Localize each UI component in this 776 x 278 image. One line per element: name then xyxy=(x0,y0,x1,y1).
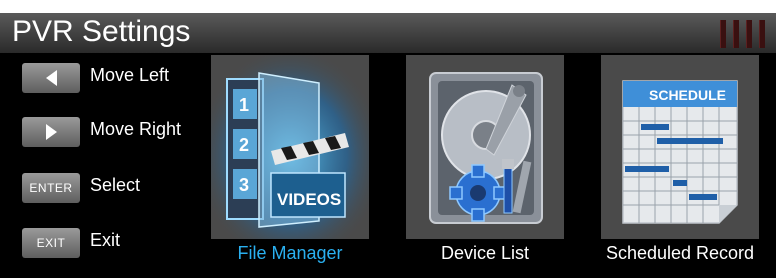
left-key-button[interactable] xyxy=(22,63,80,93)
exit-key-button[interactable]: EXIT xyxy=(22,228,80,258)
tile-label-scheduled-record[interactable]: Scheduled Record xyxy=(601,243,759,264)
hint-label: Exit xyxy=(90,230,121,250)
page-title: PVR Settings xyxy=(12,15,191,48)
tile-label-device-list[interactable]: Device List xyxy=(406,243,564,264)
arrow-left-icon xyxy=(45,70,57,86)
videos-film-icon: 1 2 3 VIDEOS xyxy=(211,55,369,239)
videos-text: VIDEOS xyxy=(277,190,341,209)
schedule-calendar-icon: SCHEDULE xyxy=(622,80,738,224)
tile-device-list[interactable] xyxy=(406,55,564,239)
signal-indicator-icon xyxy=(720,20,768,48)
hard-drive-tools-icon xyxy=(429,72,543,224)
film-number: 1 xyxy=(239,95,249,115)
schedule-text: SCHEDULE xyxy=(649,87,726,103)
tile-label-file-manager[interactable]: File Manager xyxy=(211,243,369,264)
arrow-right-icon xyxy=(45,124,57,140)
tile-file-manager[interactable]: 1 2 3 VIDEOS xyxy=(211,55,369,239)
enter-key-button[interactable]: ENTER xyxy=(22,173,80,203)
hint-label: Select xyxy=(90,175,141,195)
hint-label: Move Right xyxy=(90,119,182,139)
film-number: 3 xyxy=(239,175,249,195)
tile-scheduled-record[interactable]: SCHEDULE xyxy=(601,55,759,239)
right-key-button[interactable] xyxy=(22,117,80,147)
hint-label: Move Left xyxy=(90,65,170,85)
film-number: 2 xyxy=(239,135,249,155)
